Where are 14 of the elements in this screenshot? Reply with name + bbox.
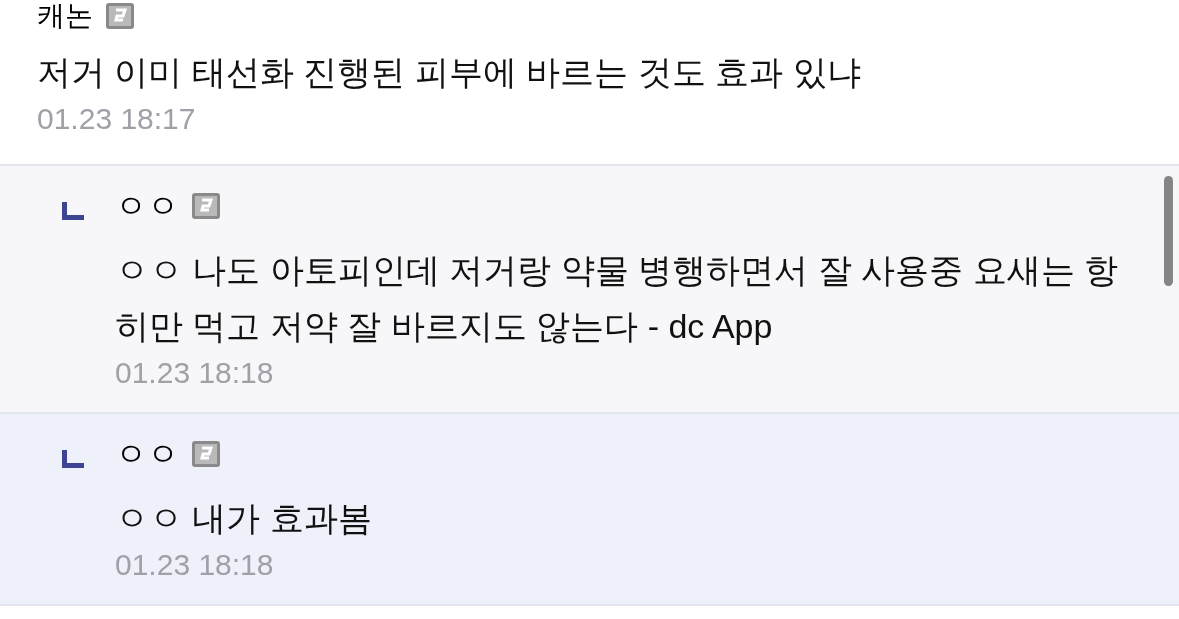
reply-arrow-icon [62, 202, 84, 220]
author-name: 캐논 [37, 0, 93, 32]
reply-time: 01.23 18:18 [115, 548, 275, 582]
author-name: ㅇㅇ [115, 190, 179, 222]
gallery-badge-icon [191, 192, 221, 220]
reply-arrow-icon [62, 450, 84, 468]
author-name: ㅇㅇ [115, 438, 179, 470]
gallery-badge-icon [191, 440, 221, 468]
reply-text: ㅇㅇ 나도 아토피인데 저거랑 약물 병행하면서 잘 사용중 요새는 항히만 먹고 저약 잘 바르지도 않는다 - dc App [115, 250, 1120, 347]
comment-text: 저거 이미 태선화 진행된 피부에 바르는 것도 효과 있냐 [37, 52, 862, 92]
reply-time: 01.23 18:18 [115, 356, 275, 390]
scrollbar-icon [1164, 176, 1173, 286]
comment-time: 01.23 18:17 [37, 102, 197, 136]
reply-text: ㅇㅇ 내가 효과봄 [115, 498, 373, 539]
